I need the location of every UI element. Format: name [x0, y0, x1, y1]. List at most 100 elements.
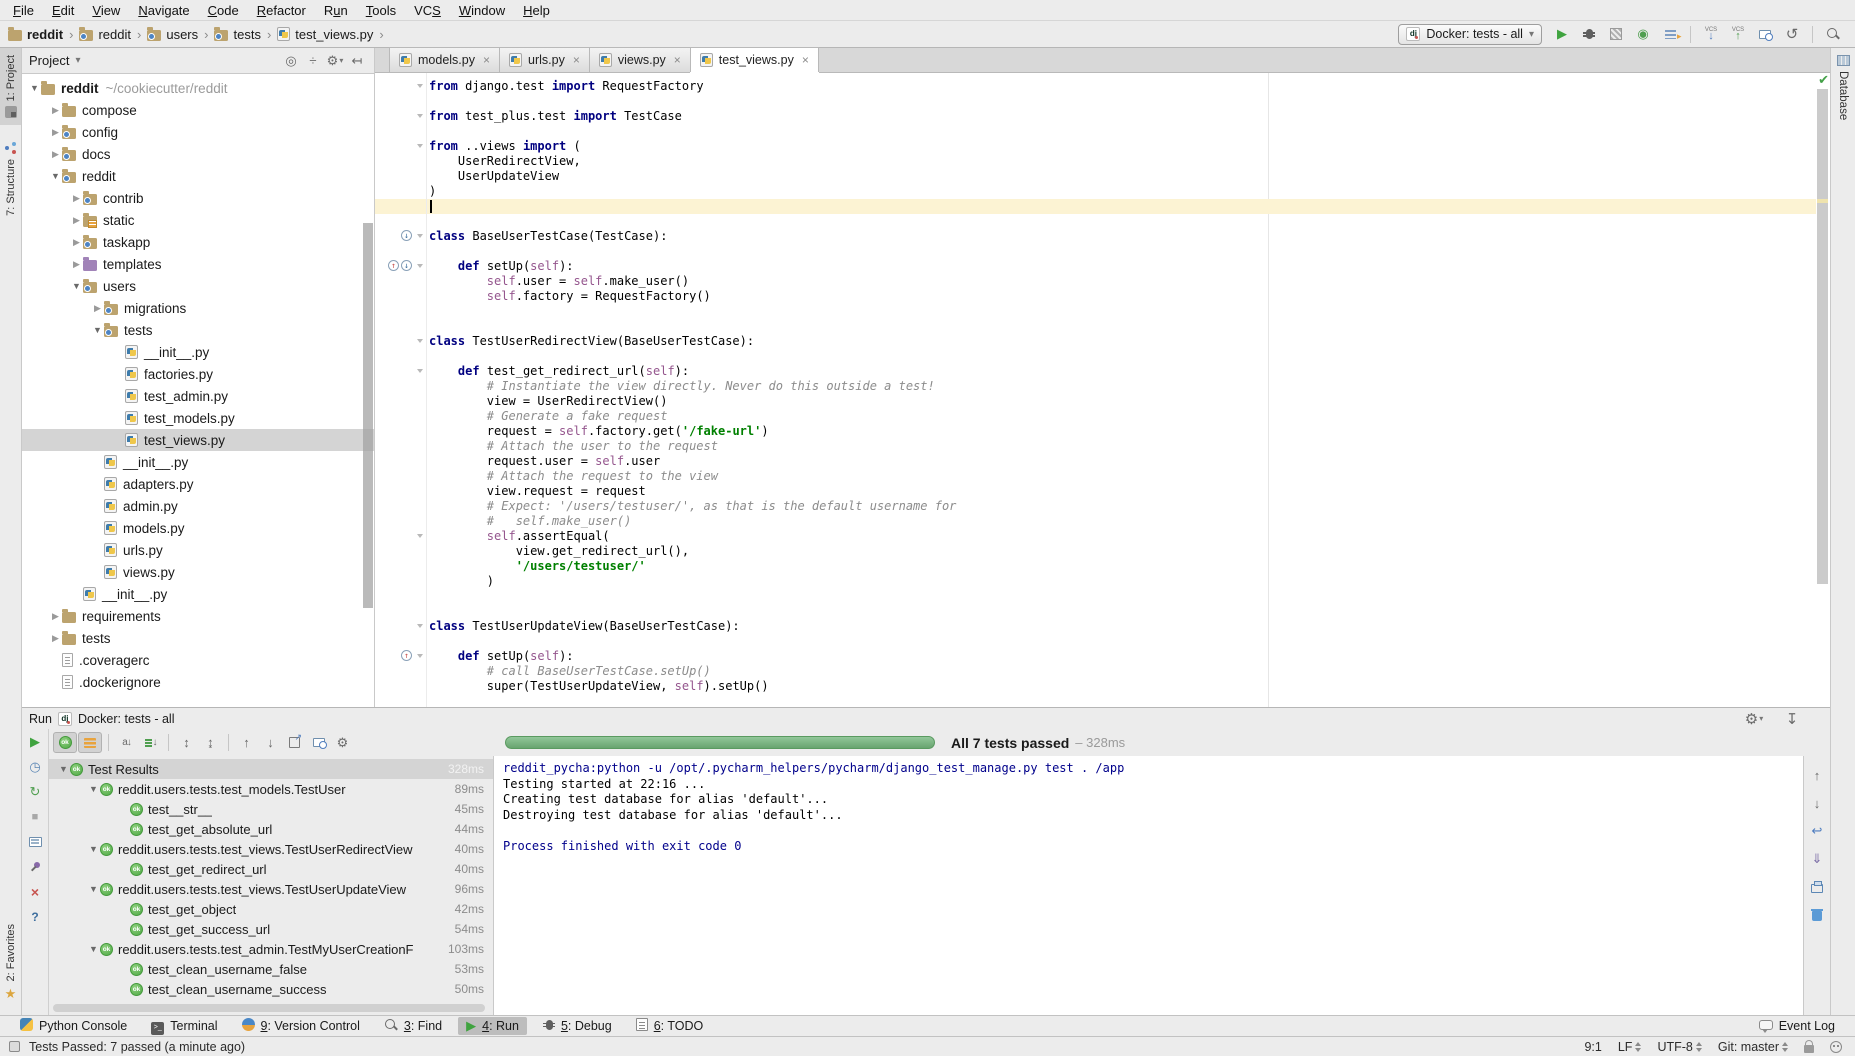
menu-edit[interactable]: Edit — [43, 2, 83, 19]
minimize-panel-icon[interactable]: ↧ — [1780, 708, 1804, 730]
fold-marker-icon[interactable] — [417, 654, 423, 658]
project-tree-item-init-py[interactable]: __init__.py — [22, 341, 374, 363]
sort-alpha-icon[interactable]: a↓ — [115, 733, 138, 753]
run-icon[interactable]: ▶ — [1550, 23, 1574, 45]
tree-expander-expanded-icon[interactable]: ▼ — [57, 764, 70, 774]
project-tree-item-coveragerc[interactable]: .coveragerc — [22, 649, 374, 671]
close-icon[interactable]: × — [26, 884, 44, 900]
breadcrumb-item-tests[interactable]: tests — [214, 27, 260, 42]
breadcrumb-item-reddit[interactable]: reddit — [79, 27, 131, 42]
menu-file[interactable]: File — [4, 2, 43, 19]
project-tree-item-init-py[interactable]: __init__.py — [22, 583, 374, 605]
tree-expander-collapsed-icon[interactable]: ▶ — [70, 193, 83, 204]
test-result-test-clean-username-false[interactable]: oktest_clean_username_false53ms — [49, 959, 493, 979]
profiler-icon[interactable]: ◉ — [1631, 23, 1655, 45]
next-failed-icon[interactable]: ↓ — [259, 733, 282, 753]
run-console[interactable]: reddit_pycha:python -u /opt/.pycharm_hel… — [494, 756, 1804, 1015]
toolwindow-button-6-todo[interactable]: 6: TODO — [628, 1017, 712, 1035]
scroll-up-icon[interactable]: ↑ — [1809, 768, 1825, 782]
tool-button-database[interactable]: Database — [1831, 48, 1855, 127]
project-tree-item-requirements[interactable]: ▶requirements — [22, 605, 374, 627]
tree-expander-collapsed-icon[interactable]: ▶ — [49, 633, 62, 644]
encoding-widget[interactable]: UTF-8 — [1657, 1040, 1701, 1054]
menu-navigate[interactable]: Navigate — [129, 2, 198, 19]
breadcrumb-item-test-views-py[interactable]: test_views.py — [277, 27, 373, 42]
close-tab-icon[interactable]: × — [802, 53, 809, 67]
tool-button-favorites[interactable]: 2: Favorites ★ — [0, 917, 21, 1009]
project-tree-item-docs[interactable]: ▶docs — [22, 143, 374, 165]
test-result-reddit-users-tests-test-admin-testmyusercreationf[interactable]: ▼okreddit.users.tests.test_admin.TestMyU… — [49, 939, 493, 959]
menu-refactor[interactable]: Refactor — [248, 2, 315, 19]
project-scrollbar[interactable] — [363, 223, 373, 608]
tool-button-structure[interactable]: 7: Structure — [0, 135, 21, 223]
toolwindow-button-python-console[interactable]: Python Console — [12, 1017, 135, 1035]
toolwindow-button-terminal[interactable]: Terminal — [143, 1017, 225, 1036]
project-tree-item-reddit[interactable]: ▼reddit~/cookiecutter/reddit — [22, 77, 374, 99]
tree-expander-collapsed-icon[interactable]: ▶ — [91, 303, 104, 314]
fold-marker-icon[interactable] — [417, 534, 423, 538]
import-results-icon[interactable] — [283, 733, 306, 753]
prev-failed-icon[interactable]: ↑ — [235, 733, 258, 753]
test-result-test-results[interactable]: ▼okTest Results328ms — [49, 759, 493, 779]
project-tree-item-dockerignore[interactable]: .dockerignore — [22, 671, 374, 693]
status-message[interactable]: Tests Passed: 7 passed (a minute ago) — [29, 1040, 245, 1054]
fold-marker-icon[interactable] — [417, 114, 423, 118]
search-everywhere-icon[interactable] — [1821, 23, 1845, 45]
menu-tools[interactable]: Tools — [357, 2, 405, 19]
test-result-test-get-absolute-url[interactable]: oktest_get_absolute_url44ms — [49, 819, 493, 839]
test-history-icon[interactable] — [307, 733, 330, 753]
help-icon[interactable]: ? — [26, 909, 44, 925]
tree-expander-expanded-icon[interactable]: ▼ — [87, 884, 100, 894]
project-tree-item-reddit[interactable]: ▼reddit — [22, 165, 374, 187]
project-view-select[interactable]: Project ▾ — [29, 53, 81, 68]
project-tree-item-urls-py[interactable]: urls.py — [22, 539, 374, 561]
line-separator-widget[interactable]: LF — [1618, 1040, 1642, 1054]
tree-expander-collapsed-icon[interactable]: ▶ — [70, 215, 83, 226]
override-down-icon[interactable]: ↓ — [401, 260, 412, 271]
project-tree-item-test-admin-py[interactable]: test_admin.py — [22, 385, 374, 407]
show-ignored-icon[interactable] — [78, 732, 102, 753]
vcs-commit-icon[interactable]: VCS↑ — [1726, 23, 1750, 45]
clear-all-icon[interactable] — [1809, 908, 1825, 922]
fold-marker-icon[interactable] — [417, 84, 423, 88]
hide-panel-icon[interactable]: ↤ — [347, 50, 367, 72]
test-tree-hscrollbar[interactable] — [53, 1004, 485, 1012]
project-tree-item-test-models-py[interactable]: test_models.py — [22, 407, 374, 429]
coverage-icon[interactable] — [1604, 23, 1628, 45]
toolwindow-button-event-log[interactable]: Event Log — [1751, 1018, 1843, 1034]
readonly-lock-icon[interactable] — [1804, 1045, 1814, 1053]
menu-window[interactable]: Window — [450, 2, 514, 19]
project-tree-item-static[interactable]: ▶static — [22, 209, 374, 231]
close-tab-icon[interactable]: × — [674, 53, 681, 67]
tree-expander-expanded-icon[interactable]: ▼ — [87, 784, 100, 794]
tree-expander-collapsed-icon[interactable]: ▶ — [49, 611, 62, 622]
project-tree-item-compose[interactable]: ▶compose — [22, 99, 374, 121]
project-tree-item-models-py[interactable]: models.py — [22, 517, 374, 539]
tree-expander-expanded-icon[interactable]: ▼ — [87, 844, 100, 854]
expand-all-icon[interactable]: ↕ — [175, 733, 198, 753]
tree-expander-expanded-icon[interactable]: ▼ — [70, 281, 83, 291]
menu-run[interactable]: Run — [315, 2, 357, 19]
test-result-reddit-users-tests-test-views-testuserupdateview[interactable]: ▼okreddit.users.tests.test_views.TestUse… — [49, 879, 493, 899]
tree-expander-collapsed-icon[interactable]: ▶ — [49, 105, 62, 116]
editor-tab-models-py[interactable]: models.py× — [389, 47, 500, 72]
rerun-failed-icon[interactable]: ↻ — [26, 784, 44, 800]
fold-marker-icon[interactable] — [417, 369, 423, 373]
rerun-icon[interactable]: ▶ — [26, 734, 44, 750]
scroll-to-end-icon[interactable]: ⇓ — [1809, 852, 1825, 866]
tree-expander-expanded-icon[interactable]: ▼ — [49, 171, 62, 181]
test-result-test-get-object[interactable]: oktest_get_object42ms — [49, 899, 493, 919]
menu-vcs[interactable]: VCS — [405, 2, 450, 19]
git-branch-widget[interactable]: Git: master — [1718, 1040, 1788, 1054]
scroll-down-icon[interactable]: ↓ — [1809, 796, 1825, 810]
project-tree-item-adapters-py[interactable]: adapters.py — [22, 473, 374, 495]
test-result-test-get-success-url[interactable]: oktest_get_success_url54ms — [49, 919, 493, 939]
soft-wrap-icon[interactable]: ↩ — [1809, 824, 1825, 838]
settings-gear-icon[interactable]: ⚙▾ — [1742, 708, 1766, 730]
debug-icon[interactable] — [1577, 23, 1601, 45]
toolwindow-button-4-run[interactable]: ▶4: Run — [458, 1017, 527, 1035]
filter-ok-icon[interactable]: ok — [53, 732, 77, 753]
project-tree-item-views-py[interactable]: views.py — [22, 561, 374, 583]
tree-expander-collapsed-icon[interactable]: ▶ — [49, 149, 62, 160]
collapse-panel-icon[interactable]: ÷ — [303, 50, 323, 72]
